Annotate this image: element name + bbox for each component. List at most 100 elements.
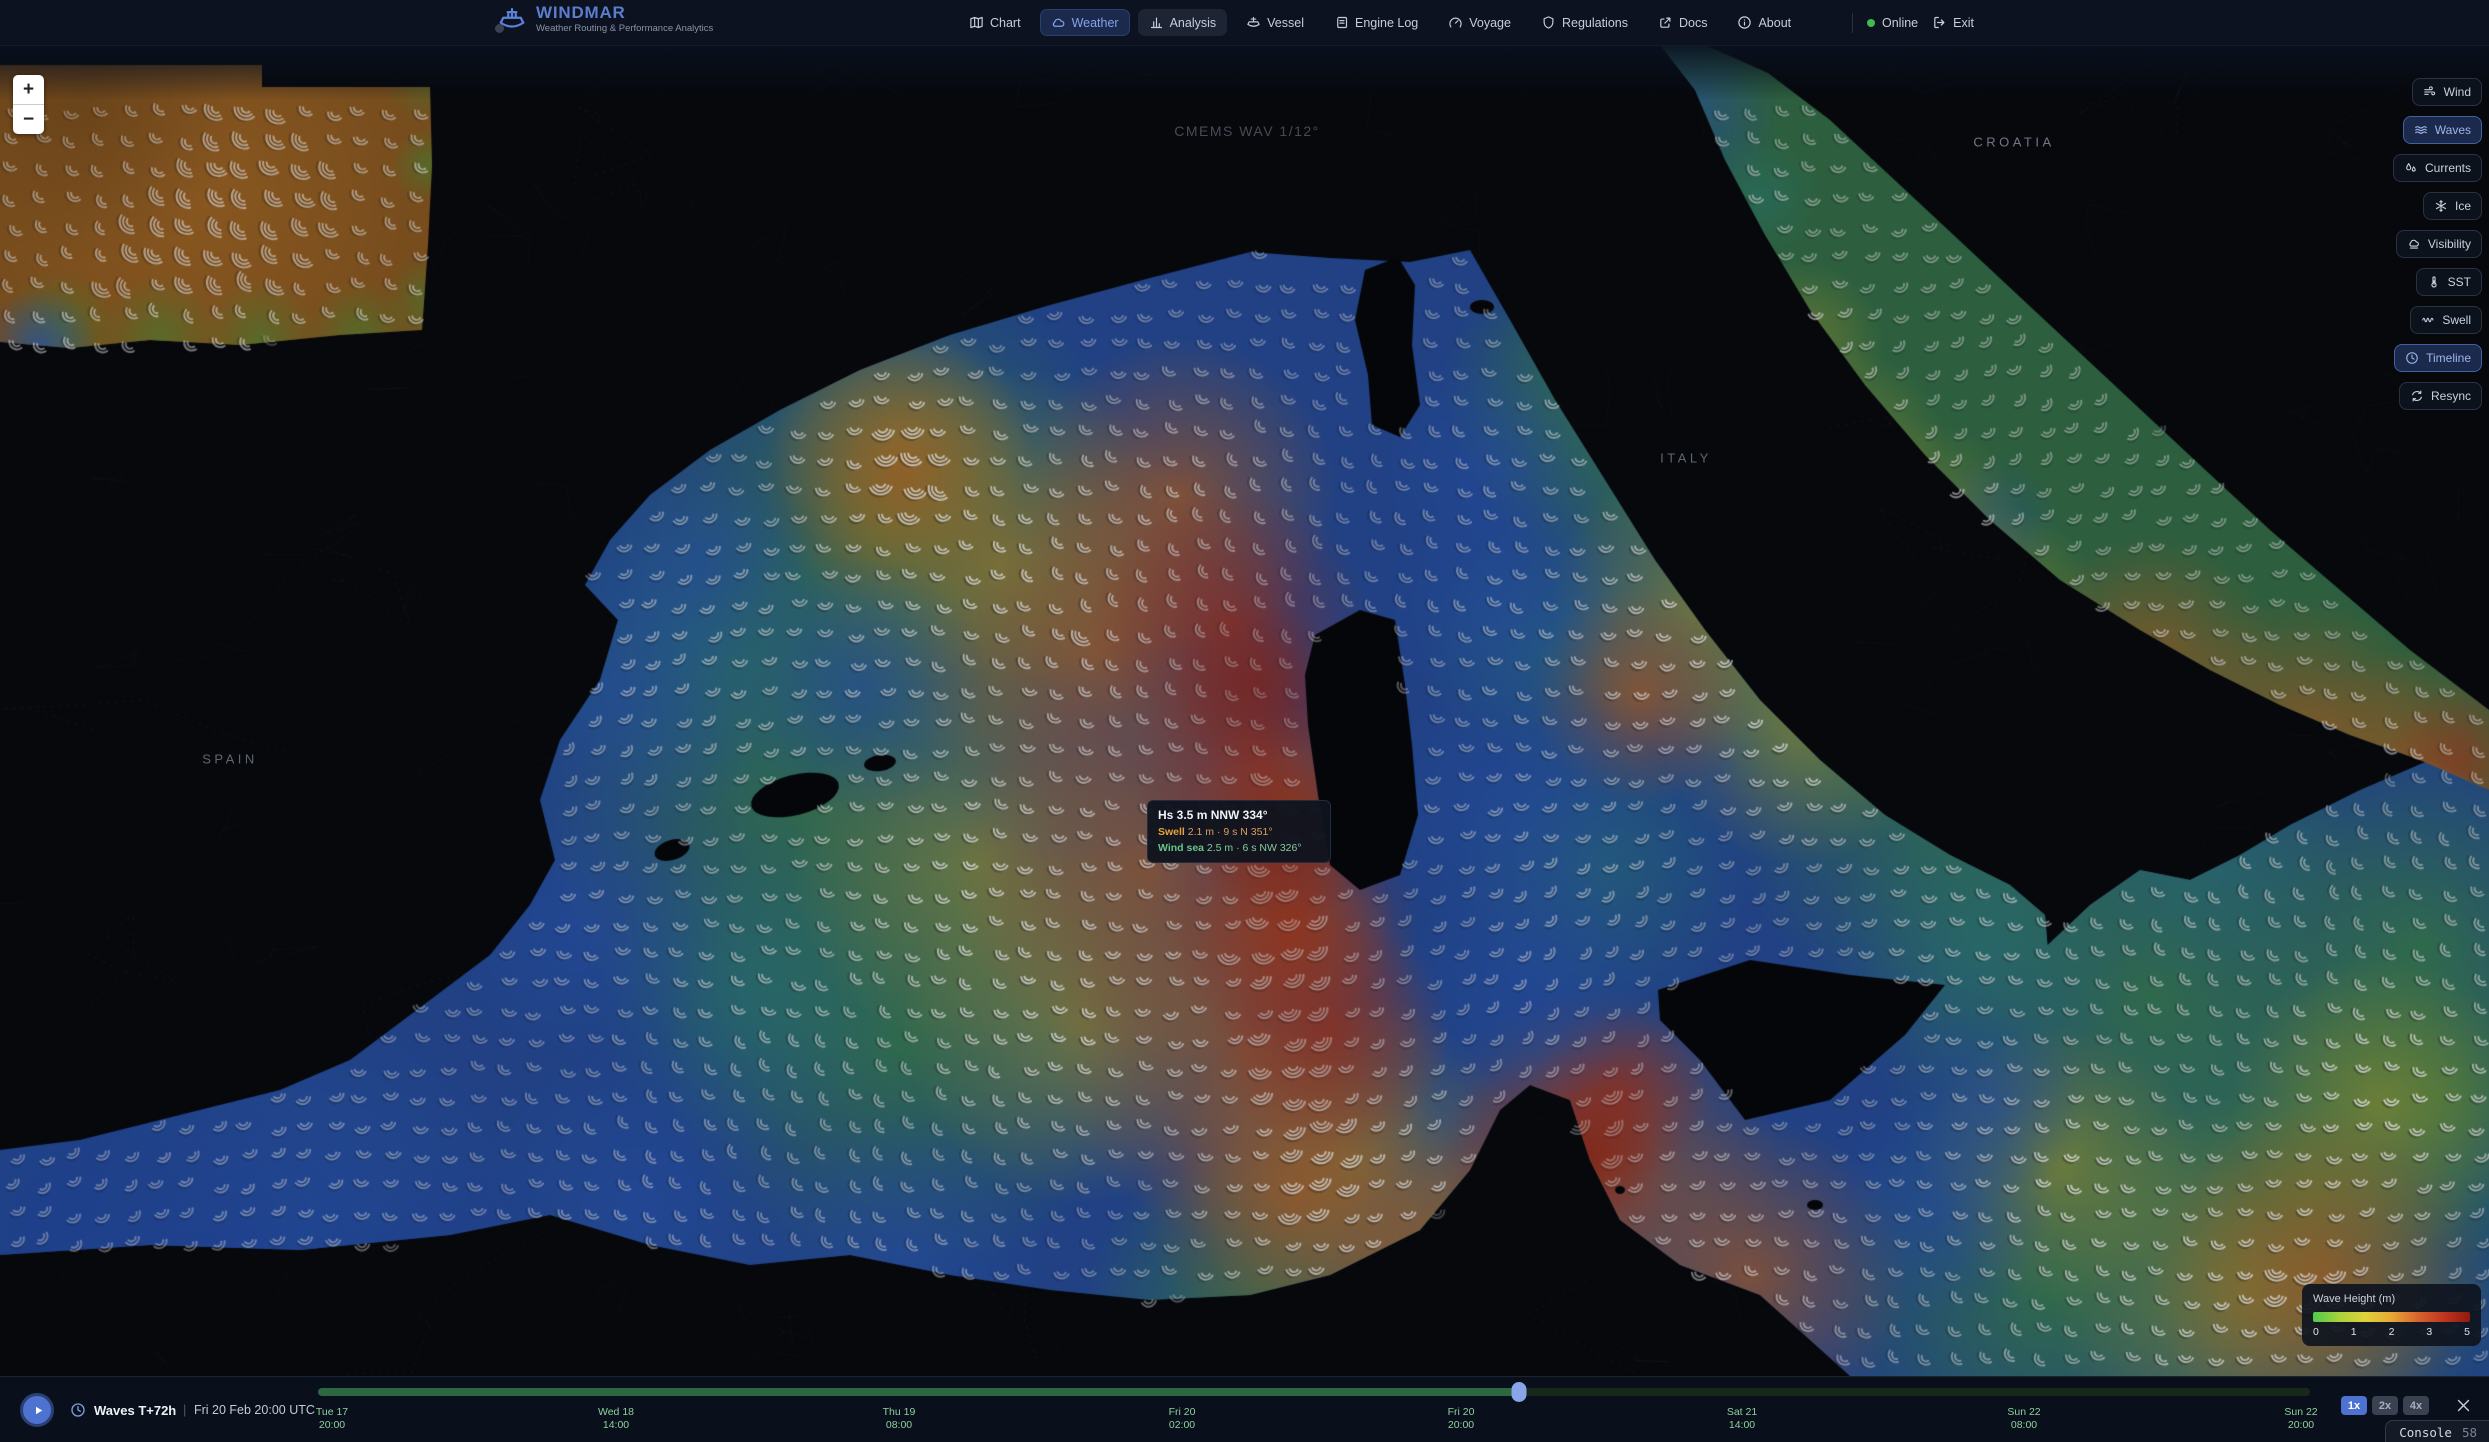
info-icon [1737, 15, 1752, 30]
nav-item-label: Engine Log [1355, 16, 1418, 30]
play-icon [31, 1403, 46, 1418]
timeline-progress [318, 1388, 1519, 1396]
legend-tick: 1 [2351, 1326, 2357, 1338]
main-nav: Chart Weather Analysis Vessel Engine Log Voya… [958, 0, 1802, 45]
legend-ticks: 0 1 2 3 5 [2313, 1326, 2470, 1338]
swell-icon [2421, 313, 2435, 327]
map-zoom-control: + − [13, 75, 44, 134]
external-link-icon [1658, 15, 1673, 30]
ship-icon [1246, 15, 1261, 30]
country-label-spain: SPAIN [202, 752, 258, 767]
brand-text: WINDMAR Weather Routing & Performance An… [536, 4, 713, 34]
online-status-label: Online [1882, 16, 1918, 30]
exit-label: Exit [1953, 16, 1974, 30]
thermometer-icon [2427, 275, 2441, 289]
legend-tick: 0 [2313, 1326, 2319, 1338]
nav-item-about[interactable]: About [1726, 9, 1802, 36]
nav-separator [1852, 13, 1853, 33]
layer-button-wind[interactable]: Wind [2412, 78, 2482, 106]
layer-button-resync[interactable]: Resync [2399, 382, 2482, 410]
timeline-tick: Sat 2114:00 [1727, 1406, 1757, 1432]
layer-button-currents[interactable]: Currents [2393, 154, 2482, 182]
nav-item-docs[interactable]: Docs [1647, 9, 1718, 36]
console-badge[interactable]: Console 58 [2385, 1420, 2489, 1442]
nav-item-chart[interactable]: Chart [958, 9, 1032, 36]
timeline-track[interactable] [318, 1388, 2310, 1396]
layer-button-label: Currents [2425, 161, 2471, 175]
timeline-tick: Thu 1908:00 [883, 1406, 916, 1432]
layer-button-waves[interactable]: Waves [2403, 116, 2482, 144]
timeline-tick: Sun 2220:00 [2284, 1406, 2317, 1432]
online-status-dot [1867, 19, 1875, 27]
clock-icon [70, 1402, 86, 1418]
tooltip-title: Hs 3.5 m NNW 334° [1158, 808, 1320, 822]
nav-item-label: About [1758, 16, 1791, 30]
close-timeline-icon[interactable] [2455, 1397, 2472, 1414]
nav-item-voyage[interactable]: Voyage [1437, 9, 1522, 36]
playbar-timestamp: Fri 20 Feb 20:00 UTC [194, 1403, 315, 1417]
console-label: Console [2399, 1425, 2452, 1440]
nav-item-label: Vessel [1267, 16, 1304, 30]
scroll-icon [1334, 15, 1349, 30]
brand: WINDMAR Weather Routing & Performance An… [497, 4, 713, 34]
timeline-tick: Wed 1814:00 [598, 1406, 634, 1432]
nav-item-analysis[interactable]: Analysis [1138, 9, 1228, 36]
dataset-watermark: CMEMS WAV 1/12° [1174, 123, 1320, 139]
speed-button-1x[interactable]: 1x [2341, 1396, 2367, 1415]
app-subtitle: Weather Routing & Performance Analytics [536, 23, 713, 34]
timeline-playbar: Waves T+72h | Fri 20 Feb 20:00 UTC Tue 1… [0, 1376, 2489, 1442]
nav-item-label: Analysis [1170, 16, 1217, 30]
zoom-in-button[interactable]: + [13, 75, 44, 104]
layer-button-label: Visibility [2428, 237, 2471, 251]
waves-icon [2414, 123, 2428, 137]
logout-icon [1932, 15, 1947, 30]
legend-tick: 3 [2426, 1326, 2432, 1338]
nav-item-label: Weather [1072, 16, 1119, 30]
windmar-logo-ship-icon [497, 4, 527, 34]
nav-item-label: Voyage [1469, 16, 1511, 30]
layer-button-label: Ice [2455, 199, 2471, 213]
timeline-thumb[interactable] [1512, 1382, 1527, 1402]
map-icon [969, 15, 984, 30]
wind-icon [2423, 85, 2437, 99]
windmar-app: CMEMS WAV 1/12° SPAIN ITALY CROATIA + − … [0, 0, 2489, 1442]
weather-map[interactable]: CMEMS WAV 1/12° SPAIN ITALY CROATIA + − … [0, 45, 2489, 1376]
zoom-out-button[interactable]: − [13, 104, 44, 134]
nav-item-regulations[interactable]: Regulations [1530, 9, 1639, 36]
wave-height-legend: Wave Height (m) 01235 [2302, 1284, 2481, 1346]
nav-right: Online Exit [1852, 0, 1974, 45]
layer-button-sst[interactable]: SST [2416, 268, 2482, 296]
cloud-icon [1051, 15, 1066, 30]
layer-button-ice[interactable]: Ice [2423, 192, 2482, 220]
refresh-icon [2410, 389, 2424, 403]
speed-button-2x[interactable]: 2x [2372, 1396, 2398, 1415]
playbar-separator: | [183, 1402, 186, 1417]
gauge-icon [1448, 15, 1463, 30]
speed-button-4x[interactable]: 4x [2403, 1396, 2429, 1415]
shield-icon [1541, 15, 1556, 30]
playbar-mode-label: Waves T+72h [94, 1403, 176, 1418]
tooltip-windsea-row: Wind sea 2.5 m · 6 s NW 326° [1158, 842, 1320, 854]
online-status: Online [1867, 16, 1918, 30]
play-button[interactable] [20, 1393, 54, 1427]
app-title: WINDMAR [536, 4, 713, 22]
nav-item-weather[interactable]: Weather [1040, 9, 1130, 36]
layer-button-swell[interactable]: Swell [2410, 306, 2482, 334]
layer-button-timeline[interactable]: Timeline [2394, 344, 2482, 372]
clock-icon [2405, 351, 2419, 365]
timeline-tick: Tue 1720:00 [316, 1406, 348, 1432]
tooltip-swell-row: Swell 2.1 m · 9 s N 351° [1158, 826, 1320, 838]
layer-button-visibility[interactable]: Visibility [2396, 230, 2482, 258]
timeline-tick: Fri 2002:00 [1169, 1406, 1196, 1432]
bar-chart-icon [1149, 15, 1164, 30]
layer-button-label: Timeline [2426, 351, 2471, 365]
nav-item-label: Regulations [1562, 16, 1628, 30]
legend-tick: 2 [2389, 1326, 2395, 1338]
nav-item-vessel[interactable]: Vessel [1235, 9, 1315, 36]
exit-button[interactable]: Exit [1932, 15, 1974, 30]
nav-item-engine-log[interactable]: Engine Log [1323, 9, 1429, 36]
legend-tick: 5 [2464, 1326, 2470, 1338]
wave-heatmap-canvas[interactable] [0, 45, 2489, 1376]
layer-button-label: Swell [2442, 313, 2471, 327]
layer-button-label: Resync [2431, 389, 2471, 403]
